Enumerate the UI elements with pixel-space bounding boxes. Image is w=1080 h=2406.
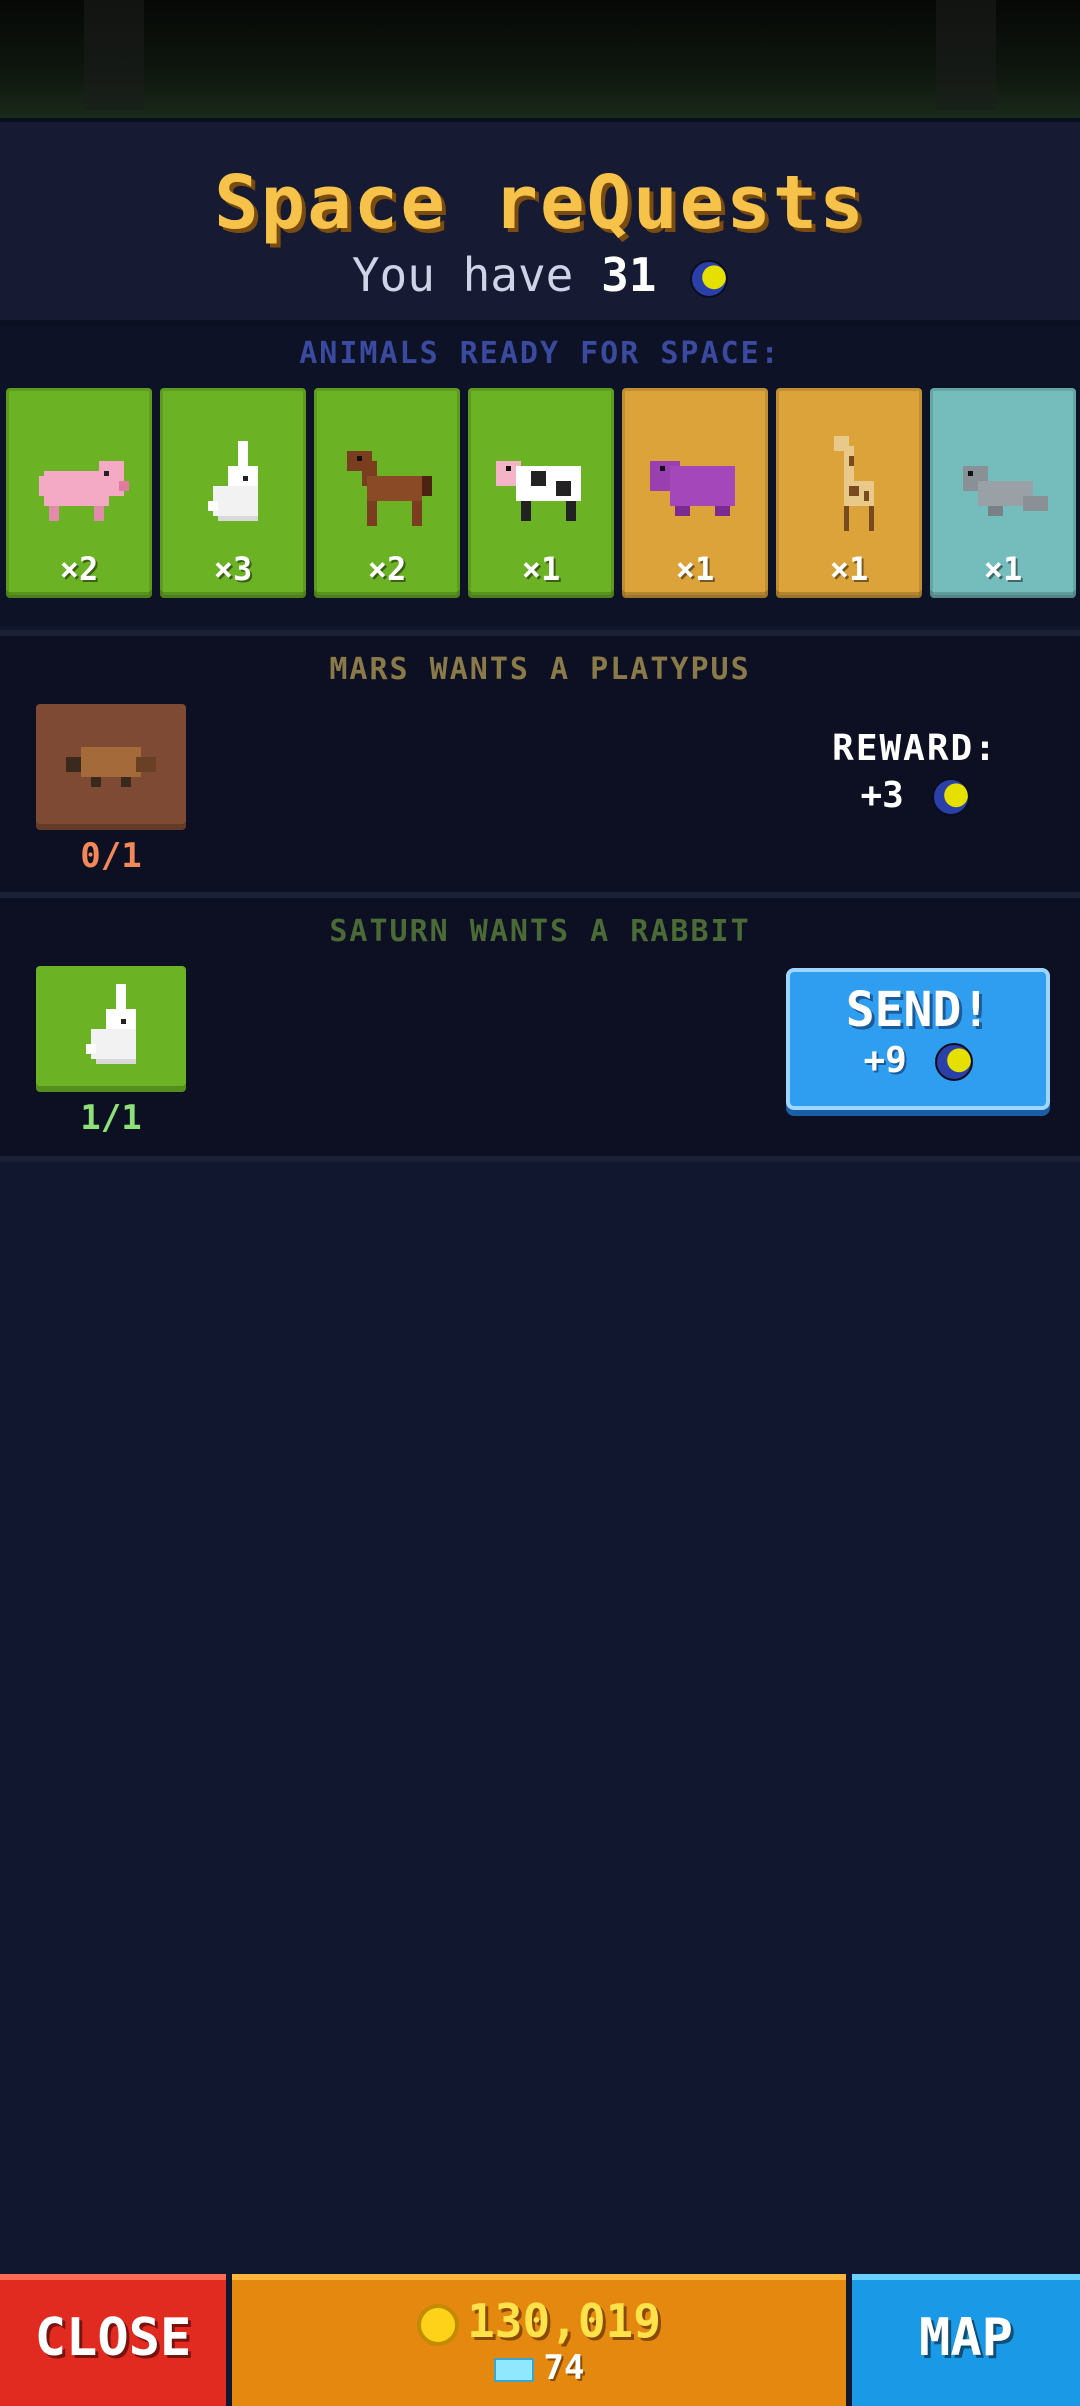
seal-icon — [963, 466, 1048, 516]
request-progress: 1/1 — [80, 1098, 142, 1138]
animals-ready-section: ANIMALS READY FOR SPACE: ×2 ×3 ×2 ×1 ×1 … — [0, 326, 1080, 626]
gem-icon — [493, 2357, 534, 2382]
request-mars: MARS WANTS A PLATYPUS 0/1 REWARD: +3 — [0, 630, 1080, 900]
moon-balance: You have 31 — [0, 248, 1080, 302]
pig-icon — [39, 461, 129, 521]
animals-ready-label: ANIMALS READY FOR SPACE: — [299, 336, 781, 371]
wallet-display: 130,019 74 — [232, 2274, 846, 2406]
moon-amount: 31 — [601, 248, 657, 302]
animal-count: ×2 — [59, 550, 99, 588]
page-title: Space reQuests — [214, 160, 866, 246]
moon-currency-icon — [931, 778, 970, 816]
giraffe-icon — [834, 436, 874, 531]
reward-label: REWARD: — [832, 728, 998, 769]
request-title: SATURN WANTS A RABBIT — [329, 914, 751, 949]
scene-post — [936, 0, 996, 110]
reward-info: REWARD: +3 — [780, 728, 1050, 816]
animal-count: ×1 — [829, 550, 869, 588]
balance-prefix: You have — [351, 248, 574, 302]
rabbit-icon — [86, 984, 136, 1064]
reward-amount: +3 — [860, 775, 904, 816]
animal-card-rabbit[interactable]: ×3 — [160, 388, 306, 598]
animal-card-row: ×2 ×3 ×2 ×1 ×1 ×1 ×1 — [6, 388, 1080, 602]
space-requests-header: Space reQuests You have 31 — [0, 122, 1080, 326]
requested-animal-card[interactable] — [36, 704, 186, 830]
game-scene-strip — [0, 0, 1080, 122]
request-title: MARS WANTS A PLATYPUS — [329, 652, 751, 687]
animal-count: ×1 — [521, 550, 561, 588]
reward-value: +3 — [780, 775, 1050, 816]
animal-card-seal[interactable]: ×1 — [930, 388, 1076, 598]
rabbit-icon — [208, 441, 258, 521]
animal-card-horse[interactable]: ×2 — [314, 388, 460, 598]
request-saturn: SATURN WANTS A RABBIT 1/1 SEND! +9 — [0, 892, 1080, 1162]
animal-count: ×2 — [367, 550, 407, 588]
gem-balance: 74 — [232, 2348, 846, 2388]
bottom-bar: CLOSE 130,019 74 MAP — [0, 2274, 1080, 2406]
scene-post — [84, 0, 144, 110]
horse-icon — [347, 451, 432, 526]
requested-animal-card[interactable] — [36, 966, 186, 1092]
reward-amount: +9 — [863, 1040, 907, 1081]
animal-card-cow[interactable]: ×1 — [468, 388, 614, 598]
close-button[interactable]: CLOSE — [0, 2274, 226, 2406]
animal-card-hippo[interactable]: ×1 — [622, 388, 768, 598]
send-label: SEND! — [845, 982, 991, 1038]
animal-count: ×3 — [213, 550, 253, 588]
moon-currency-icon — [690, 259, 729, 298]
coin-amount: 130,019 — [467, 2294, 661, 2348]
animal-card-giraffe[interactable]: ×1 — [776, 388, 922, 598]
send-button[interactable]: SEND! +9 — [786, 968, 1050, 1110]
animal-count: ×1 — [983, 550, 1023, 588]
coin-balance: 130,019 — [232, 2294, 846, 2348]
animal-count: ×1 — [675, 550, 715, 588]
map-button[interactable]: MAP — [852, 2274, 1080, 2406]
send-reward: +9 — [790, 1040, 1046, 1081]
cow-icon — [496, 461, 581, 521]
animal-card-pig[interactable]: ×2 — [6, 388, 152, 598]
gem-amount: 74 — [543, 2348, 585, 2388]
hippo-icon — [650, 461, 735, 516]
moon-currency-icon — [934, 1043, 973, 1081]
coin-icon — [417, 2303, 460, 2346]
platypus-icon — [66, 747, 156, 787]
request-progress: 0/1 — [80, 836, 142, 876]
